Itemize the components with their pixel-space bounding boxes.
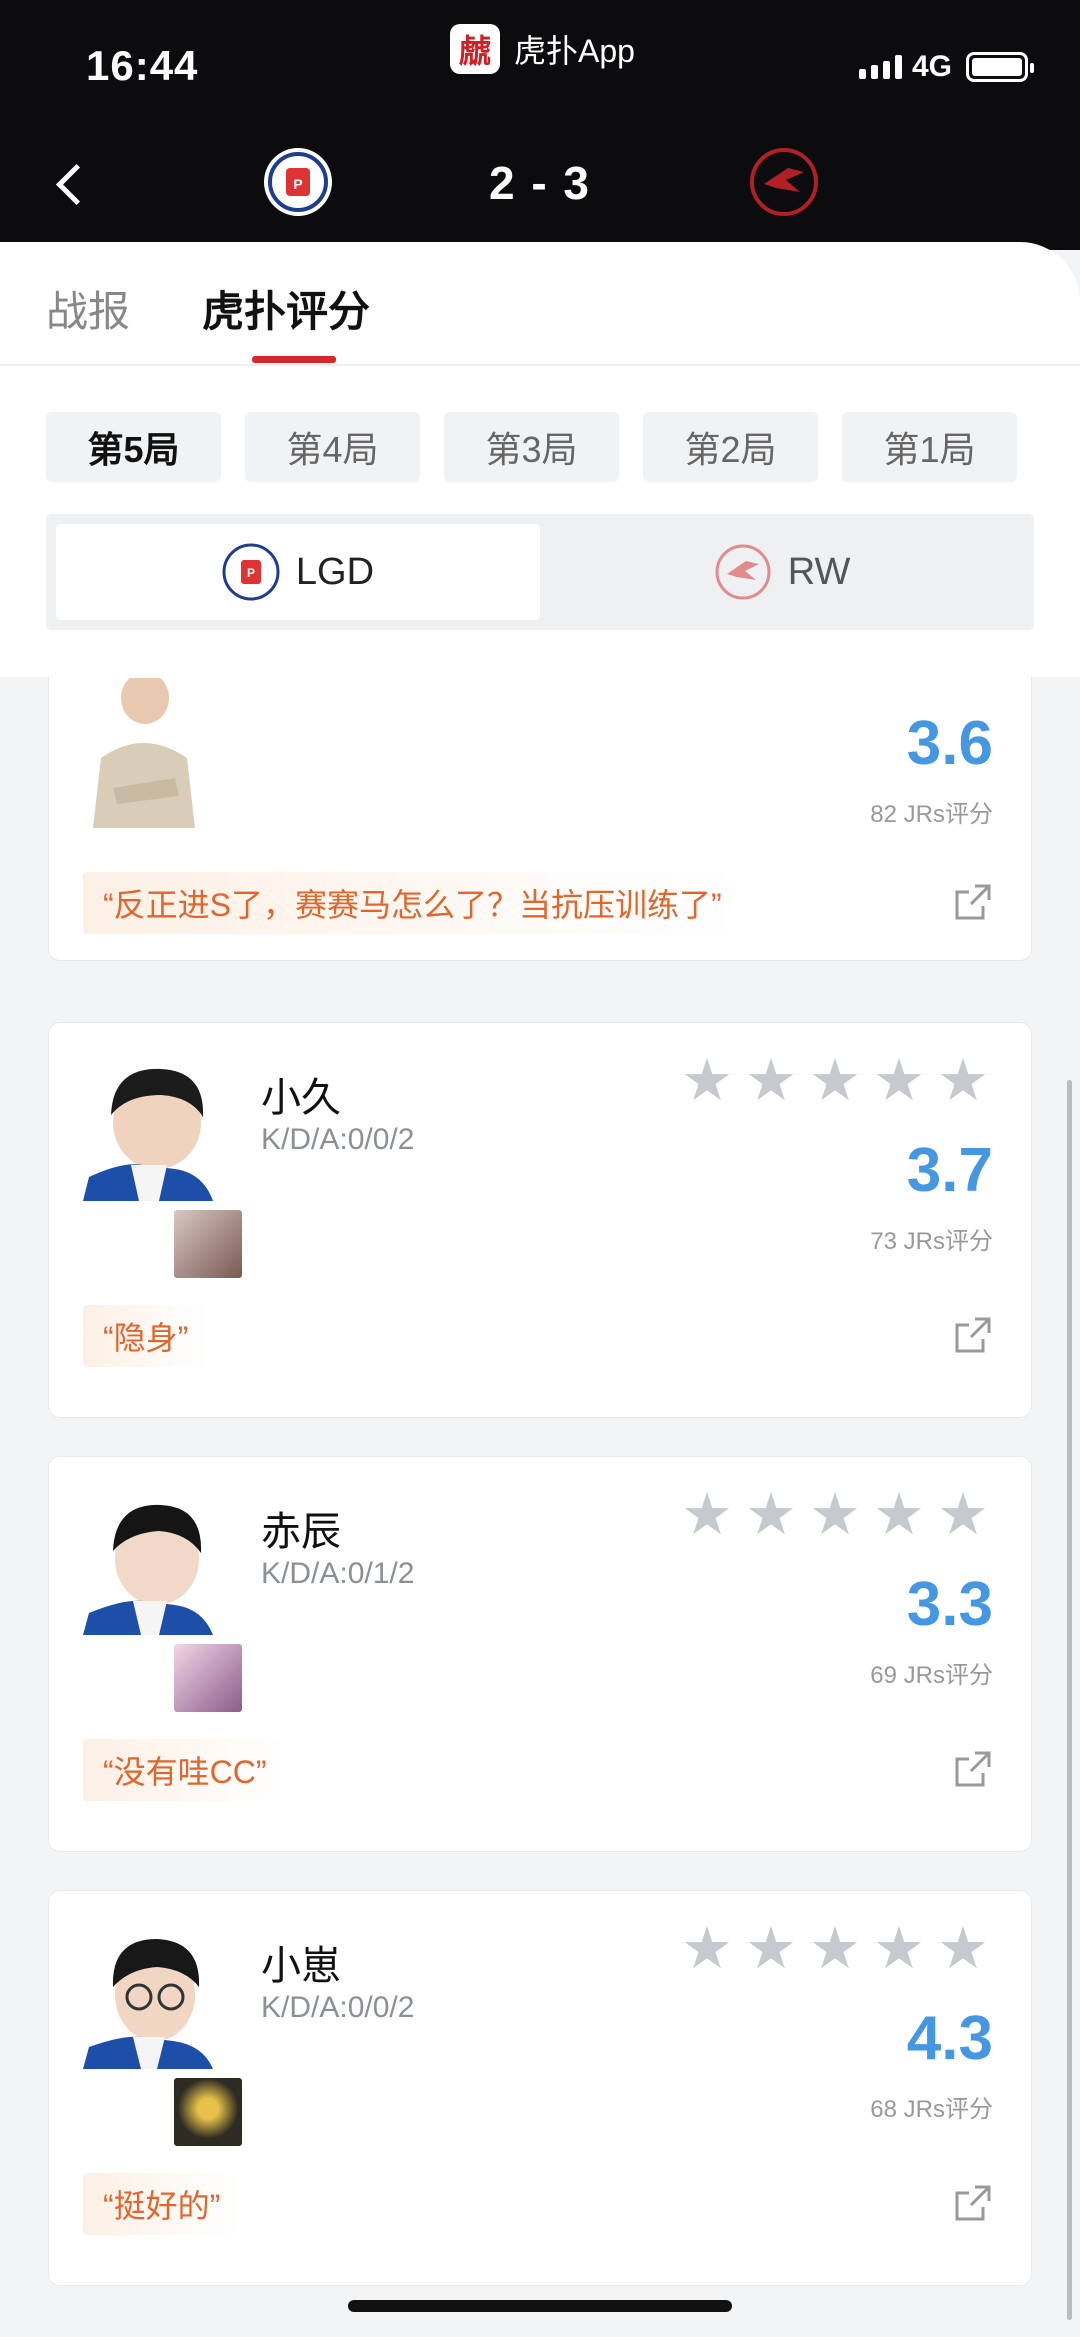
hero-icon [171,2075,245,2149]
star-icon[interactable]: ★ [935,1486,991,1544]
active-tab-indicator [252,356,336,363]
star-icon[interactable]: ★ [679,1052,735,1110]
player-rating-list: 3.6 82 JRs评分 “反正进S了，赛赛马怎么了？当抗压训练了” 小久 K/… [0,677,1080,2337]
player-card[interactable]: 3.6 82 JRs评分 “反正进S了，赛赛马怎么了？当抗压训练了” [48,677,1032,961]
star-icon[interactable]: ★ [871,1052,927,1110]
star-icon[interactable]: ★ [679,1920,735,1978]
game-tab-3[interactable]: 第3局 [444,412,619,482]
team-name-rw: RW [787,550,851,593]
status-app-name: 虎扑App [514,33,635,69]
player-kda: K/D/A:0/1/2 [261,1557,415,1590]
status-app-indicator: 虤 虎扑App [450,24,635,74]
top-header: 16:44 虤 虎扑App 4G P 2 - 3 [0,0,1080,250]
star-icon[interactable]: ★ [871,1486,927,1544]
player-comment: “挺好的” [83,2173,241,2235]
status-right: 4G [858,50,1034,84]
game-tab-4[interactable]: 第4局 [245,412,420,482]
network-type: 4G [911,50,952,83]
tab-hupu-rating[interactable]: 虎扑评分 [202,278,370,339]
player-name: 小崽 [261,1944,341,1988]
team-switch: P LGD RW [46,514,1034,630]
star-icon[interactable]: ★ [679,1486,735,1544]
hero-icon [171,1641,245,1715]
player-kda: K/D/A:0/0/2 [261,1123,415,1156]
player-avatar [83,678,203,828]
player-kda: K/D/A:0/0/2 [261,1991,415,2024]
status-time: 16:44 [86,42,199,89]
star-icon[interactable]: ★ [743,1052,799,1110]
svg-text:P: P [293,176,302,192]
player-comment: “反正进S了，赛赛马怎么了？当抗压训练了” [83,872,742,934]
star-icon[interactable]: ★ [743,1486,799,1544]
match-score: 2 - 3 [488,157,592,209]
star-icon[interactable]: ★ [807,1052,863,1110]
player-votes: 82 JRs评分 [870,801,993,828]
star-rating[interactable]: ★ ★ ★ ★ ★ [679,1052,991,1110]
rw-logo-icon[interactable] [748,146,820,218]
share-icon[interactable] [953,1315,993,1355]
player-comment: “隐身” [83,1305,209,1367]
lgd-logo-icon: P [222,543,280,601]
game-tab-5[interactable]: 第5局 [46,412,221,482]
battery-icon [966,52,1034,82]
share-icon[interactable] [953,2183,993,2223]
star-icon[interactable]: ★ [807,1920,863,1978]
player-card[interactable]: 小崽 K/D/A:0/0/2 ★ ★ ★ ★ ★ 4.3 68 JRs评分 “挺… [48,1890,1032,2286]
scrollbar[interactable] [1067,1080,1072,2320]
star-icon[interactable]: ★ [807,1486,863,1544]
svg-text:P: P [247,566,255,580]
star-rating[interactable]: ★ ★ ★ ★ ★ [679,1920,991,1978]
team-option-rw[interactable]: RW [540,524,1024,620]
hero-icon [171,1207,245,1281]
player-votes: 68 JRs评分 [870,2096,993,2123]
player-comment: “没有哇CC” [83,1739,287,1801]
player-votes: 69 JRs评分 [870,1662,993,1689]
star-icon[interactable]: ★ [871,1920,927,1978]
player-card[interactable]: 小久 K/D/A:0/0/2 ★ ★ ★ ★ ★ 3.7 73 JRs评分 “隐… [48,1022,1032,1418]
star-icon[interactable]: ★ [743,1920,799,1978]
game-tab-1[interactable]: 第1局 [842,412,1017,482]
player-rating: 3.6 [906,709,993,778]
hupu-app-icon: 虤 [450,24,500,74]
player-rating: 4.3 [906,2004,993,2073]
lgd-logo-icon[interactable]: P [262,146,334,218]
player-votes: 73 JRs评分 [870,1228,993,1255]
share-icon[interactable] [953,882,993,922]
tab-report[interactable]: 战报 [46,278,130,339]
game-selector: 第5局 第4局 第3局 第2局 第1局 [46,412,1017,482]
star-icon[interactable]: ★ [935,1052,991,1110]
team-name-lgd: LGD [295,550,375,593]
team-option-lgd[interactable]: P LGD [56,524,540,620]
back-button[interactable] [52,158,92,208]
player-name: 小久 [261,1076,341,1120]
home-indicator[interactable] [348,2300,732,2312]
star-icon[interactable]: ★ [935,1920,991,1978]
share-icon[interactable] [953,1749,993,1789]
game-tab-2[interactable]: 第2局 [643,412,818,482]
rating-panel: 战报 虎扑评分 第5局 第4局 第3局 第2局 第1局 P LGD RW [0,242,1080,677]
player-rating: 3.7 [906,1136,993,1205]
player-name: 赤辰 [261,1510,341,1554]
tab-bar: 战报 虎扑评分 [0,242,1080,366]
rw-logo-icon [715,544,771,600]
player-card[interactable]: 赤辰 K/D/A:0/1/2 ★ ★ ★ ★ ★ 3.3 69 JRs评分 “没… [48,1456,1032,1852]
star-rating[interactable]: ★ ★ ★ ★ ★ [679,1486,991,1544]
signal-icon [858,55,902,79]
player-rating: 3.3 [906,1570,993,1639]
